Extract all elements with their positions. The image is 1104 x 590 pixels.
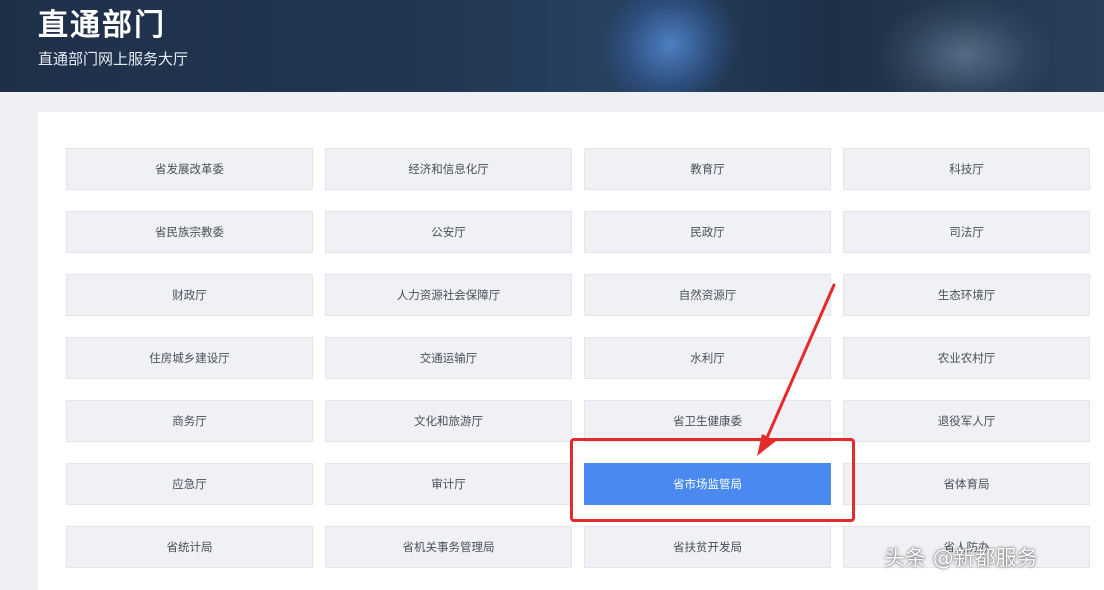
department-button[interactable]: 审计厅 (325, 463, 572, 505)
department-button[interactable]: 财政厅 (66, 274, 313, 316)
department-button[interactable]: 农业农村厅 (843, 337, 1090, 379)
banner-decoration (579, 0, 761, 92)
banner-decoration (880, 0, 1050, 92)
department-button[interactable]: 住房城乡建设厅 (66, 337, 313, 379)
page-subtitle: 直通部门网上服务大厅 (38, 50, 189, 68)
department-button[interactable]: 教育厅 (584, 148, 831, 190)
department-button[interactable]: 应急厅 (66, 463, 313, 505)
department-button[interactable]: 退役军人厅 (843, 400, 1090, 442)
department-button[interactable]: 文化和旅游厅 (325, 400, 572, 442)
department-button[interactable]: 民政厅 (584, 211, 831, 253)
department-button[interactable]: 省体育局 (843, 463, 1090, 505)
department-button[interactable]: 省发展改革委 (66, 148, 313, 190)
page-title: 直通部门 (38, 8, 166, 43)
department-button[interactable]: 自然资源厅 (584, 274, 831, 316)
department-button[interactable]: 省扶贫开发局 (584, 526, 831, 568)
department-button[interactable]: 商务厅 (66, 400, 313, 442)
department-button[interactable]: 人力资源社会保障厅 (325, 274, 572, 316)
highlight-box (570, 438, 855, 522)
department-button[interactable]: 省民族宗教委 (66, 211, 313, 253)
department-button[interactable]: 司法厅 (843, 211, 1090, 253)
department-button[interactable]: 省卫生健康委 (584, 400, 831, 442)
department-button[interactable]: 省机关事务管理局 (325, 526, 572, 568)
header-banner: 直通部门 直通部门网上服务大厅 (0, 0, 1104, 92)
department-button[interactable]: 生态环境厅 (843, 274, 1090, 316)
department-button[interactable]: 科技厅 (843, 148, 1090, 190)
department-button[interactable]: 省统计局 (66, 526, 313, 568)
department-button[interactable]: 交通运输厅 (325, 337, 572, 379)
department-button[interactable]: 公安厅 (325, 211, 572, 253)
watermark: 头条 @新都服务 (884, 546, 1038, 570)
department-button[interactable]: 水利厅 (584, 337, 831, 379)
department-button[interactable]: 经济和信息化厅 (325, 148, 572, 190)
